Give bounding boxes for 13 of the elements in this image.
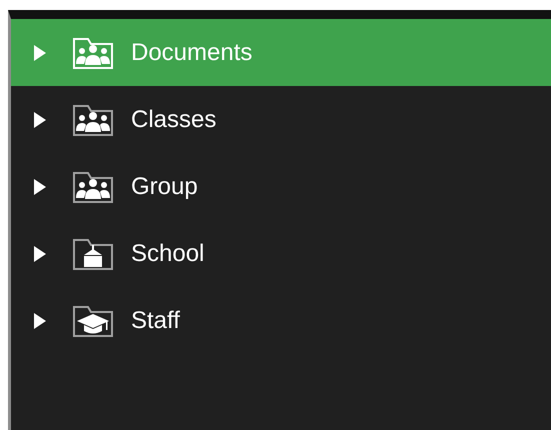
tree-item[interactable]: Group: [11, 153, 551, 220]
expand-arrow-icon[interactable]: [33, 112, 47, 128]
tree-item[interactable]: School: [11, 220, 551, 287]
tree-item-label: Classes: [131, 106, 216, 134]
tree-item-label: Documents: [131, 38, 252, 66]
tree-item-label: School: [131, 240, 204, 268]
tree-item-label: Staff: [131, 306, 180, 334]
expand-arrow-icon[interactable]: [33, 246, 47, 262]
expand-arrow-icon[interactable]: [33, 178, 47, 194]
tree-item-label: Group: [131, 172, 198, 200]
tree-item[interactable]: Staff: [11, 287, 551, 354]
expand-arrow-icon[interactable]: [33, 312, 47, 328]
tree-item[interactable]: Classes: [11, 86, 551, 153]
